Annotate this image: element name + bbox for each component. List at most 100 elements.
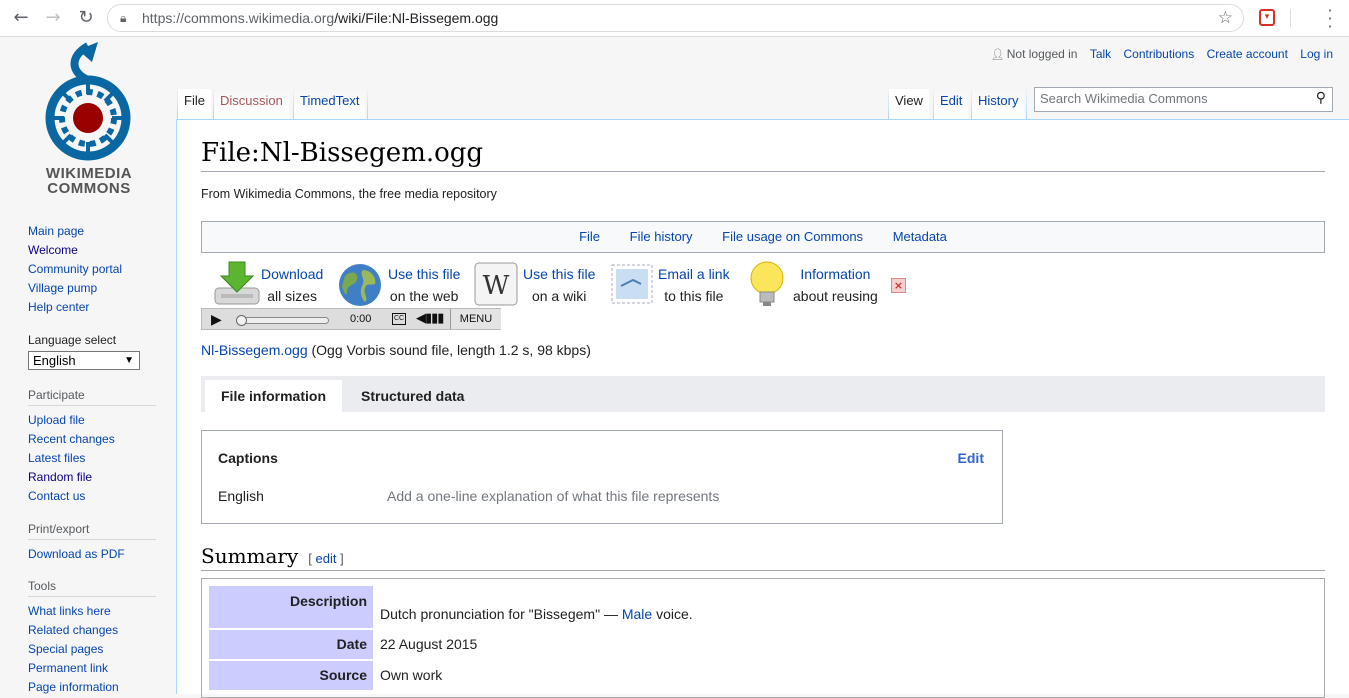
tab-structured-data[interactable]: Structured data (345, 380, 480, 412)
download-icon[interactable] (213, 260, 261, 308)
user-icon: 👤︎ (990, 49, 1005, 61)
sidebar-item-recent-changes[interactable]: Recent changes (28, 430, 156, 449)
bookmark-star-icon[interactable]: ☆ (1218, 8, 1233, 28)
tab-divider (1026, 87, 1027, 119)
site-logo[interactable]: WIKIMEDIA COMMONS (30, 42, 145, 196)
personal-tools: 👤︎ Not logged in Talk Contributions Creat… (991, 47, 1333, 61)
lightbulb-icon[interactable] (749, 260, 785, 308)
sidebar-item-help-center[interactable]: Help center (28, 298, 156, 317)
sidebar-item-related-changes[interactable]: Related changes (28, 621, 156, 640)
log-in-link[interactable]: Log in (1300, 47, 1333, 61)
address-bar[interactable]: 🔒︎ https://commons.wikimedia.org/wiki/Fi… (107, 4, 1244, 32)
date-key: Date (209, 630, 373, 659)
sidebar-language: Language select English ▼ (28, 333, 156, 370)
sidebar-print-export: Print/export Download as PDF (28, 522, 156, 564)
seek-bar[interactable] (236, 315, 329, 326)
toc-file-history-link[interactable]: File history (630, 229, 693, 244)
sidebar-item-page-information[interactable]: Page information (28, 678, 156, 697)
extension-shield-icon[interactable]: ▾ (1259, 9, 1275, 26)
captions-cc-icon[interactable]: CC (392, 313, 407, 325)
captions-edit-button[interactable]: Edit (958, 450, 984, 466)
file-toc: File File history File usage on Commons … (201, 221, 1325, 253)
toc-metadata-link[interactable]: Metadata (893, 229, 947, 244)
play-icon[interactable]: ▶ (211, 311, 222, 328)
toc-file-usage-link[interactable]: File usage on Commons (722, 229, 863, 244)
url-path: /wiki/File:Nl-Bissegem.ogg (334, 10, 499, 26)
download-line2: all sizes (267, 288, 318, 304)
search-input[interactable]: Search Wikimedia Commons ⚲ (1034, 87, 1333, 112)
summary-edit-link[interactable]: edit (316, 551, 337, 566)
sidebar-item-special-pages[interactable]: Special pages (28, 640, 156, 659)
summary-edit-section: [ edit ] (308, 551, 343, 566)
sidebar-item-village-pump[interactable]: Village pump (28, 279, 156, 298)
description-text-end: voice. (652, 606, 693, 622)
wikipedia-w-icon[interactable]: W (474, 262, 518, 306)
information-table: Description Dutch pronunciation for "Bis… (201, 578, 1325, 698)
commons-logo-icon (45, 42, 131, 161)
sidebar-navigation: Main page Welcome Community portal Villa… (28, 222, 156, 317)
file-info-line: Nl-Bissegem.ogg (Ogg Vorbis sound file, … (201, 342, 591, 358)
use-on-wiki-tool[interactable]: Use this file on a wiki (523, 263, 595, 307)
male-link[interactable]: Male (622, 606, 652, 622)
sidebar-item-upload-file[interactable]: Upload file (28, 411, 156, 430)
reuse-info-tool[interactable]: Information about reusing (793, 263, 878, 307)
sidebar-item-latest-files[interactable]: Latest files (28, 449, 156, 468)
tab-edit[interactable]: Edit (934, 89, 969, 119)
svg-text:W: W (483, 271, 510, 301)
toc-file-link[interactable]: File (579, 229, 600, 244)
sidebar-item-contact-us[interactable]: Contact us (28, 487, 156, 506)
tools-heading: Tools (28, 579, 156, 597)
reload-icon[interactable]: ↻ (75, 7, 97, 29)
caption-placeholder[interactable]: Add a one-line explanation of what this … (387, 488, 719, 504)
search-icon[interactable]: ⚲ (1316, 90, 1326, 106)
tab-history[interactable]: History (972, 89, 1025, 119)
source-key: Source (209, 661, 373, 690)
tab-view[interactable]: View (889, 89, 929, 119)
not-logged-in-label: Not logged in (1006, 47, 1078, 61)
player-menu-button[interactable]: MENU (450, 309, 501, 329)
summary-title: Summary (201, 544, 299, 568)
tab-discussion[interactable]: Discussion (214, 89, 289, 119)
download-line1: Download (261, 266, 324, 282)
back-arrow-icon[interactable]: ← (10, 7, 32, 29)
tab-file[interactable]: File (178, 89, 211, 119)
search-placeholder: Search Wikimedia Commons (1040, 91, 1208, 106)
use-on-wiki-line2: on a wiki (531, 288, 587, 304)
page-title: File:Nl-Bissegem.ogg (201, 138, 1325, 172)
use-on-wiki-line1: Use this file (523, 266, 596, 282)
sidebar-item-download-pdf[interactable]: Download as PDF (28, 545, 156, 564)
player-time: 0:00 (350, 313, 372, 325)
talk-link[interactable]: Talk (1090, 47, 1111, 61)
forward-arrow-icon[interactable]: → (42, 7, 64, 29)
email-stamp-icon[interactable] (611, 264, 653, 304)
browser-toolbar: ← → ↻ 🔒︎ https://commons.wikimedia.org/w… (0, 0, 1349, 37)
logo-text-line2: COMMONS (47, 180, 131, 197)
url-text[interactable]: https://commons.wikimedia.org/wiki/File:… (142, 10, 498, 26)
language-select[interactable]: English ▼ (28, 351, 140, 370)
reuse-info-line1: Information (800, 266, 871, 282)
volume-icon[interactable]: ◀▮▮▮ (416, 310, 444, 326)
close-icon[interactable]: × (891, 278, 906, 293)
create-account-link[interactable]: Create account (1207, 47, 1288, 61)
sidebar-item-community-portal[interactable]: Community portal (28, 260, 156, 279)
sidebar-item-welcome[interactable]: Welcome (28, 241, 156, 260)
globe-icon[interactable] (337, 262, 383, 308)
participate-heading: Participate (28, 388, 156, 406)
seek-handle[interactable] (236, 315, 247, 326)
use-on-web-tool[interactable]: Use this file on the web (388, 263, 460, 307)
use-on-web-line2: on the web (389, 288, 459, 304)
sidebar-item-random-file[interactable]: Random file (28, 468, 156, 487)
lock-icon: 🔒︎ (120, 11, 127, 25)
sidebar-item-permanent-link[interactable]: Permanent link (28, 659, 156, 678)
email-link-tool[interactable]: Email a link to this file (658, 263, 730, 307)
sidebar-item-main-page[interactable]: Main page (28, 222, 156, 241)
download-tool[interactable]: Download all sizes (261, 263, 323, 307)
contributions-link[interactable]: Contributions (1124, 47, 1195, 61)
sidebar-item-what-links-here[interactable]: What links here (28, 602, 156, 621)
description-value: Dutch pronunciation for "Bissegem" — Mal… (380, 606, 1280, 622)
tab-file-information[interactable]: File information (205, 380, 342, 412)
tab-timedtext[interactable]: TimedText (294, 89, 366, 119)
print-export-heading: Print/export (28, 522, 156, 540)
file-name-link[interactable]: Nl-Bissegem.ogg (201, 342, 308, 358)
kebab-menu-icon[interactable]: · · · (1325, 3, 1335, 35)
